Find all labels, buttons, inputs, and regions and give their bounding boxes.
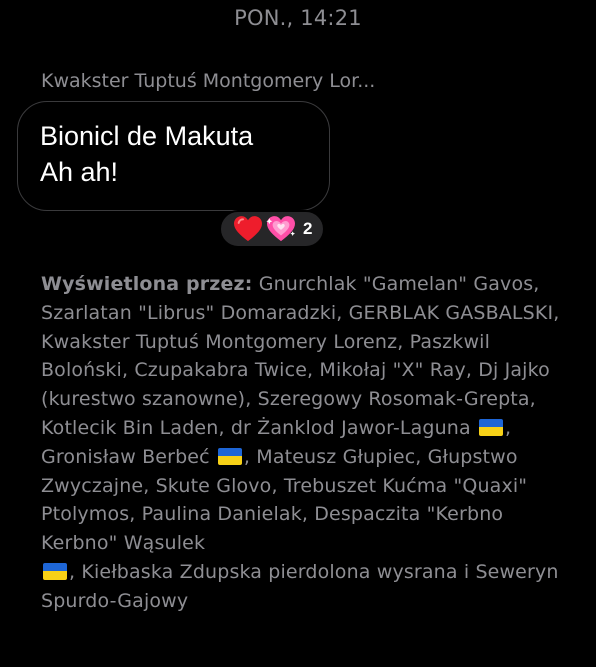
ukraine-flag-icon bbox=[478, 418, 503, 436]
reaction-count: 2 bbox=[303, 219, 313, 238]
message-text-line: Bionicl de Makuta bbox=[40, 121, 254, 151]
red-heart-icon bbox=[233, 215, 263, 243]
ukraine-flag-icon bbox=[43, 562, 67, 580]
ukraine-flag-icon bbox=[217, 447, 242, 465]
seen-by-list[interactable]: Wyświetlona przez: Gnurchlak "Gamelan" G… bbox=[41, 270, 581, 616]
sparkling-heart-icon bbox=[266, 215, 296, 243]
seen-by-label: Wyświetlona przez: bbox=[41, 273, 253, 295]
sender-name[interactable]: Kwakster Tuptuś Montgomery Lor... bbox=[41, 70, 375, 92]
seen-by-names: , Kiełbaska Zdupska pierdolona wysrana i… bbox=[41, 560, 559, 612]
message-text-line: Ah ah! bbox=[40, 157, 119, 187]
reactions-pill[interactable]: 2 bbox=[219, 210, 326, 248]
message-timestamp: PON., 14:21 bbox=[234, 6, 362, 30]
message-bubble[interactable]: Bionicl de Makuta Ah ah! bbox=[17, 101, 330, 211]
seen-by-names: Gnurchlak "Gamelan" Gavos, Szarlatan "Li… bbox=[41, 273, 560, 439]
